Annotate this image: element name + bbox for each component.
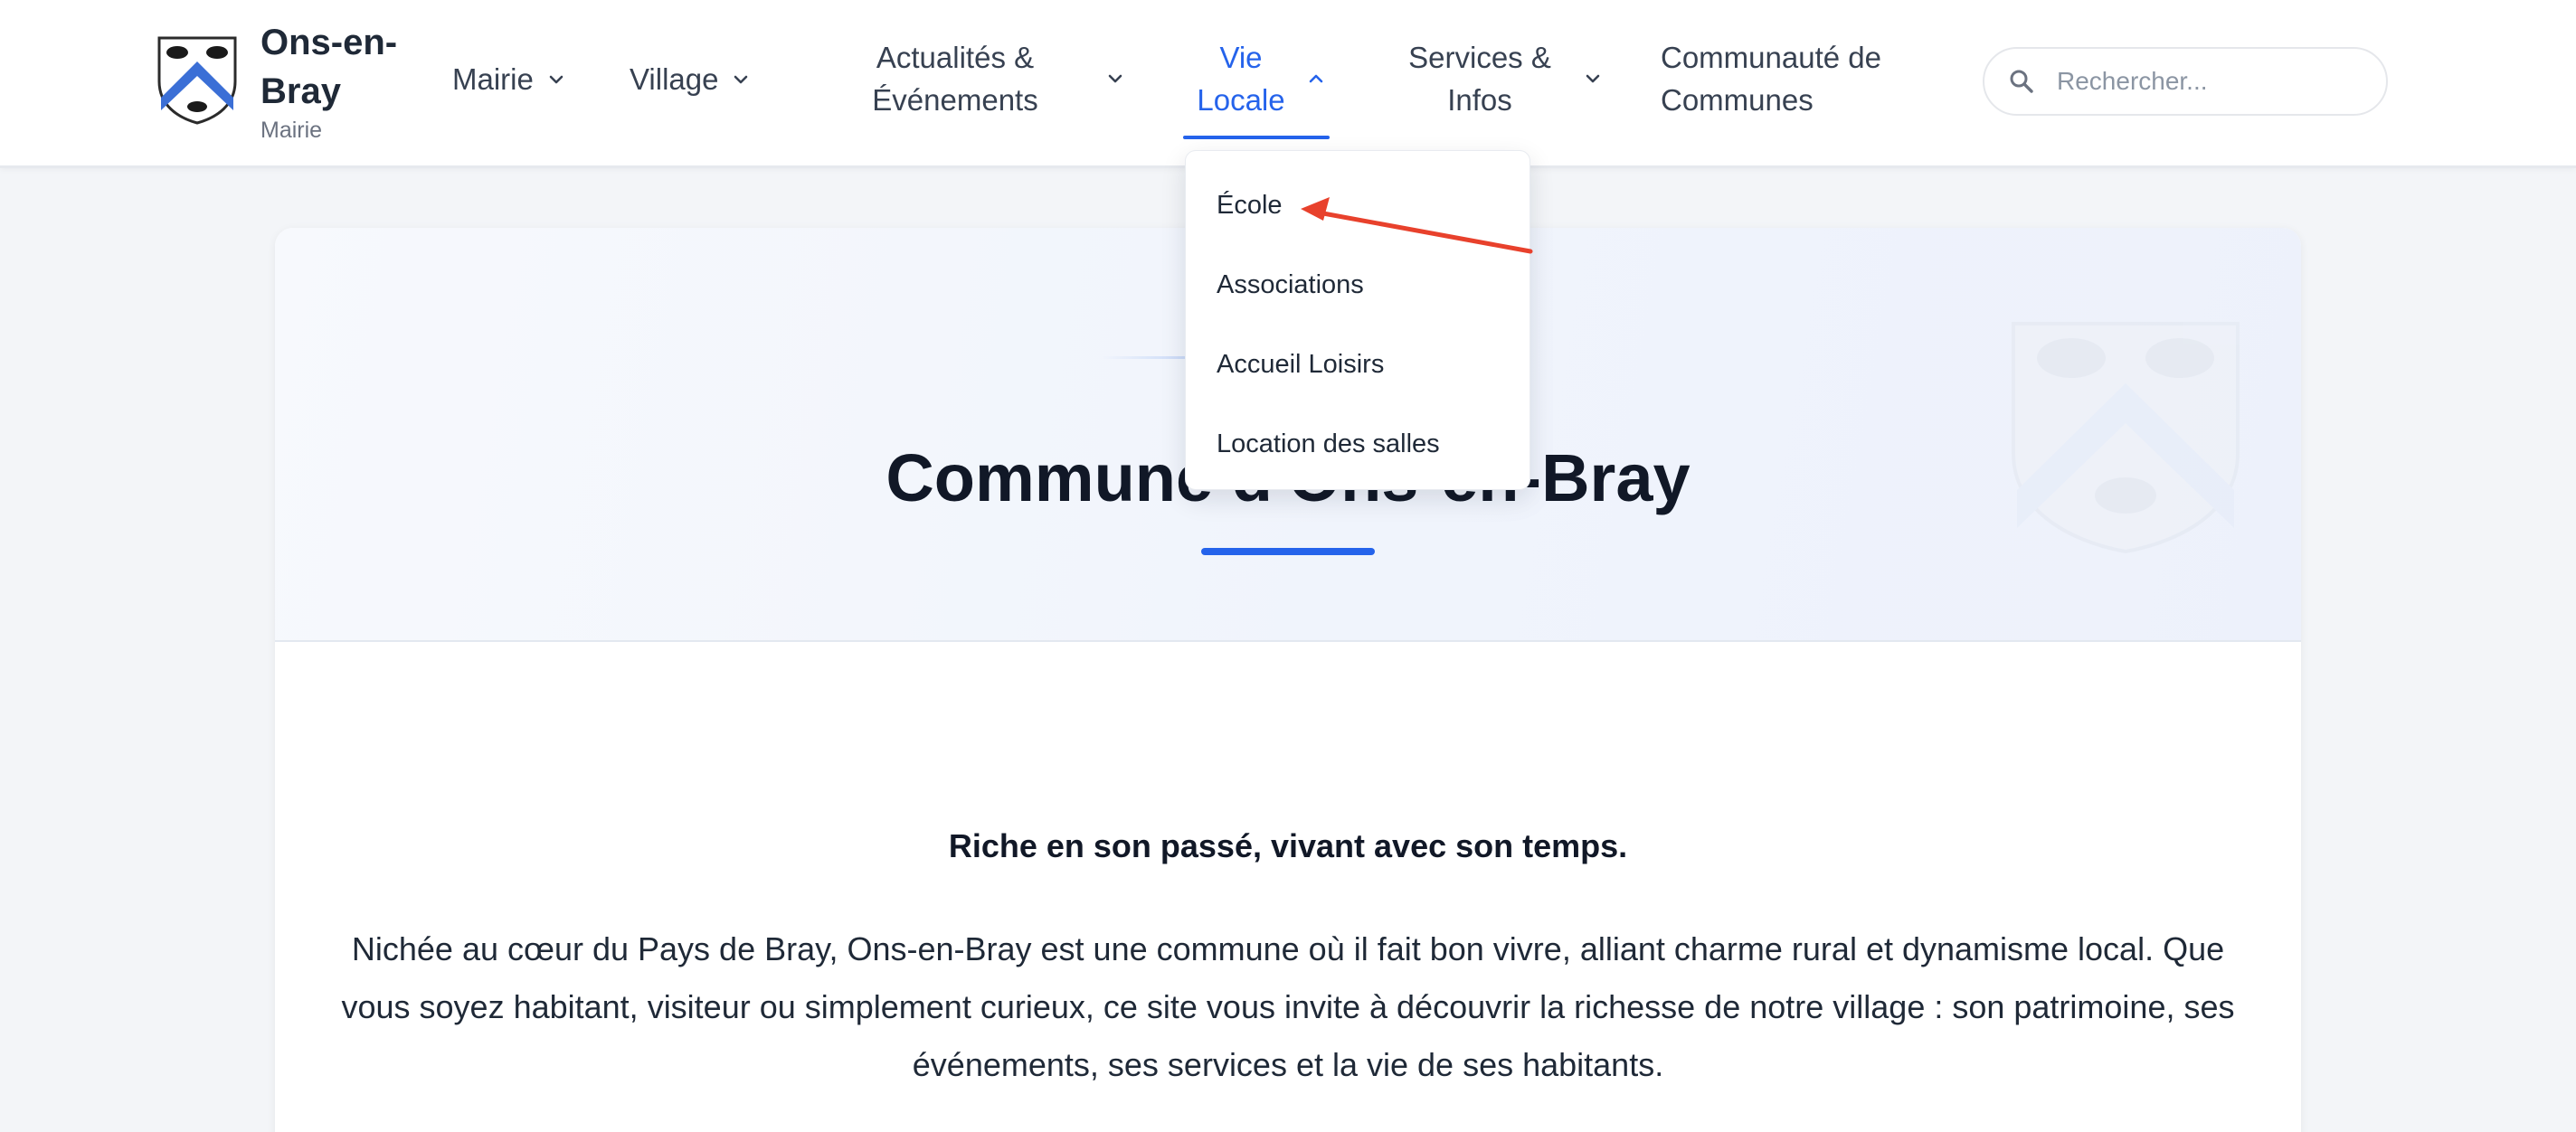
nav-actualites-label: Actualités & Événements (872, 41, 1038, 117)
nav-communaute-label: Communauté de Communes (1661, 41, 1881, 117)
nav-mairie-label: Mairie (452, 62, 534, 96)
search-box[interactable] (1983, 47, 2388, 116)
nav-services[interactable]: Services & Infos (1400, 36, 1601, 121)
site-subtitle: Mairie (260, 118, 323, 143)
dropdown-item-location-salles[interactable]: Location des salles (1217, 426, 1440, 462)
site-title[interactable]: Ons-en-Bray (260, 18, 441, 116)
chevron-down-icon (549, 75, 564, 83)
search-input[interactable] (2057, 67, 2382, 96)
site-header: Ons-en-Bray Mairie Mairie Village Actual… (0, 0, 2576, 168)
nav-services-label: Services & Infos (1408, 41, 1551, 117)
nav-mairie[interactable]: Mairie (452, 58, 564, 100)
annotation-arrow-icon (1301, 197, 1533, 254)
dropdown-item-associations[interactable]: Associations (1217, 267, 1364, 303)
chevron-up-icon (1309, 74, 1323, 83)
intro-paragraph: Nichée au cœur du Pays de Bray, Ons-en-B… (341, 930, 2235, 1083)
search-icon (2010, 70, 2033, 93)
nav-active-indicator (1183, 136, 1330, 139)
title-underline (1201, 548, 1375, 555)
chevron-down-icon (734, 75, 748, 83)
nav-vie-locale-label: Vie Locale (1197, 41, 1285, 117)
coat-of-arms-icon[interactable] (156, 34, 239, 125)
coat-of-arms-watermark-icon (2012, 322, 2240, 554)
tagline: Riche en son passé, vivant avec son temp… (948, 827, 1628, 864)
chevron-down-icon (1108, 74, 1122, 83)
dropdown-item-accueil-loisirs[interactable]: Accueil Loisirs (1217, 346, 1384, 382)
nav-village[interactable]: Village (630, 58, 749, 100)
nav-actualites[interactable]: Actualités & Événements (861, 36, 1123, 121)
nav-village-label: Village (630, 62, 719, 96)
chevron-down-icon (1586, 74, 1600, 83)
nav-vie-locale[interactable]: Vie Locale (1194, 36, 1324, 121)
nav-communaute[interactable]: Communauté de Communes (1661, 36, 1907, 121)
